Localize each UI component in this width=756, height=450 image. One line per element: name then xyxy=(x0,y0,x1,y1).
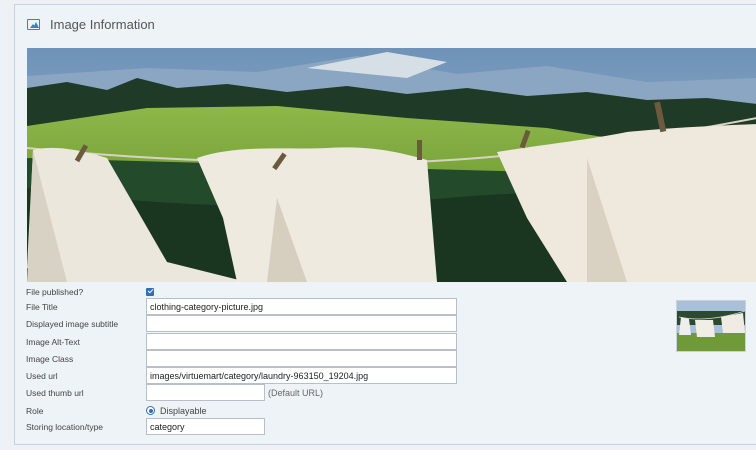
used-url-label: Used url xyxy=(26,370,58,381)
used-url-row: Used url images/virtuemart/category/laun… xyxy=(26,367,457,384)
subtitle-row: Displayed image subtitle xyxy=(26,315,457,332)
file-title-input[interactable]: clothing-category-picture.jpg xyxy=(146,298,457,315)
panel-title: Image Information xyxy=(50,16,155,32)
laundry-thumbnail xyxy=(677,301,745,351)
image-icon xyxy=(27,18,40,30)
thumbnail-preview xyxy=(676,300,746,352)
used-url-input[interactable]: images/virtuemart/category/laundry-96315… xyxy=(146,367,457,384)
image-class-row: Image Class xyxy=(26,350,457,367)
image-class-input[interactable] xyxy=(146,350,457,367)
published-label: File published? xyxy=(26,286,84,297)
subtitle-input[interactable] xyxy=(146,315,457,332)
alt-text-row: Image Alt-Text xyxy=(26,333,457,350)
laundry-photo xyxy=(27,48,756,282)
image-class-label: Image Class xyxy=(26,353,74,364)
default-url-hint: (Default URL) xyxy=(268,387,324,398)
thumb-url-input[interactable] xyxy=(146,384,265,401)
storing-label: Storing location/type xyxy=(26,421,104,432)
image-preview xyxy=(27,48,756,282)
alt-text-label: Image Alt-Text xyxy=(26,336,80,347)
storing-row: Storing location/type category xyxy=(26,418,265,435)
file-title-label: File Title xyxy=(26,301,58,312)
published-checkbox[interactable] xyxy=(146,287,154,296)
alt-text-input[interactable] xyxy=(146,333,457,350)
file-title-row: File Title clothing-category-picture.jpg xyxy=(26,298,457,315)
thumb-url-row: Used thumb url (Default URL) xyxy=(26,384,323,401)
role-row: Role Displayable xyxy=(26,402,207,419)
displayable-label: Displayable xyxy=(160,405,207,416)
subtitle-label: Displayed image subtitle xyxy=(26,318,119,329)
displayable-radio[interactable] xyxy=(146,406,155,415)
panel-header: Image Information xyxy=(27,13,155,35)
role-label: Role xyxy=(26,405,44,416)
storing-input[interactable]: category xyxy=(146,418,265,435)
thumb-url-label: Used thumb url xyxy=(26,387,84,398)
